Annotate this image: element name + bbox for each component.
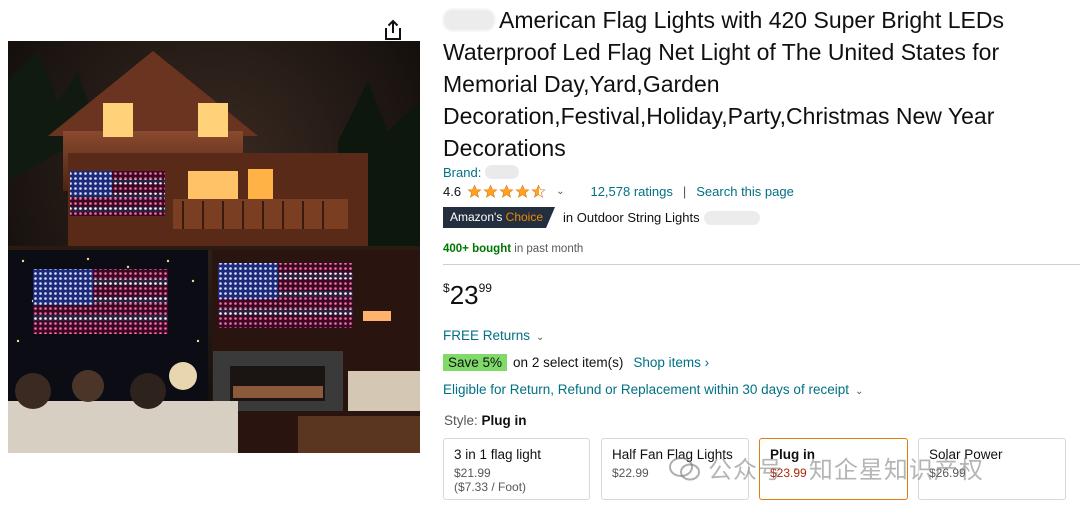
badge-word: Choice: [505, 210, 544, 224]
choice-blur: [703, 210, 760, 225]
watermark: 公众号 · 知企星知识产权: [668, 450, 984, 485]
chevron-down-icon[interactable]: ⌄: [536, 332, 544, 343]
bought-in-past-month: 400+ bought in past month: [443, 243, 583, 255]
rating-row: 4.6 ⌄ 12,578 ratings | Search this page: [443, 184, 794, 199]
chevron-down-icon[interactable]: ⌄: [855, 386, 863, 397]
option-name: 3 in 1 flag light: [454, 447, 542, 462]
star-rating[interactable]: [467, 184, 546, 199]
choice-category[interactable]: in Outdoor String Lights: [563, 210, 700, 225]
amazons-choice-badge[interactable]: Amazon's Choice: [443, 207, 556, 228]
eligible-text[interactable]: Eligible for Return, Refund or Replaceme…: [443, 382, 849, 397]
star-icon: [467, 184, 482, 198]
brand-row[interactable]: Brand:: [443, 165, 520, 180]
price-fraction: 99: [478, 281, 492, 295]
price-symbol: $: [443, 281, 450, 295]
style-value: Plug in: [481, 413, 527, 428]
product-title: American Flag Lights with 420 Super Brig…: [443, 4, 1073, 164]
style-option-3in1[interactable]: 3 in 1 flag light $21.99 ($7.33 / Foot): [443, 438, 590, 500]
rating-value: 4.6: [443, 184, 462, 199]
choice-row: Amazon's Choice in Outdoor String Lights: [443, 207, 760, 228]
badge-prefix: Amazon's: [450, 210, 503, 224]
save-badge: Save 5%: [443, 354, 508, 371]
shop-items-link[interactable]: Shop items ›: [633, 355, 709, 370]
product-image[interactable]: [8, 41, 420, 453]
star-icon: [499, 184, 514, 198]
ratings-count-link[interactable]: 12,578 ratings: [590, 184, 672, 199]
option-price: $21.99: [454, 466, 491, 480]
brand-blur: [443, 9, 495, 31]
star-icon: [515, 184, 530, 198]
free-returns-link[interactable]: FREE Returns ⌄: [443, 328, 544, 343]
bought-period: in past month: [514, 243, 584, 255]
brand-name-blur[interactable]: [485, 165, 520, 179]
return-eligibility-link[interactable]: Eligible for Return, Refund or Replaceme…: [443, 382, 863, 397]
search-this-page-link[interactable]: Search this page: [696, 184, 794, 199]
style-selector-label: Style: Plug in: [444, 413, 527, 428]
price: $2399: [443, 280, 492, 311]
style-label: Style:: [444, 413, 478, 428]
product-title-text: American Flag Lights with 420 Super Brig…: [443, 7, 1004, 161]
brand-label[interactable]: Brand:: [443, 165, 481, 180]
separator: |: [682, 184, 687, 199]
save-text: on 2 select item(s): [513, 355, 624, 370]
coupon-row: Save 5% on 2 select item(s) Shop items ›: [443, 354, 709, 371]
star-half-icon: [531, 184, 546, 198]
bought-count: 400+ bought: [443, 243, 512, 255]
divider: [443, 264, 1080, 265]
wechat-icon: [669, 457, 700, 481]
chevron-down-icon[interactable]: ⌄: [556, 186, 564, 197]
star-icon: [483, 184, 498, 198]
watermark-text: 公众号 · 知企星知识产权: [708, 456, 984, 484]
free-returns-text[interactable]: FREE Returns: [443, 328, 530, 343]
share-icon[interactable]: [382, 18, 404, 42]
price-whole: 23: [449, 280, 479, 310]
option-unit-price: ($7.33 / Foot): [454, 480, 527, 494]
